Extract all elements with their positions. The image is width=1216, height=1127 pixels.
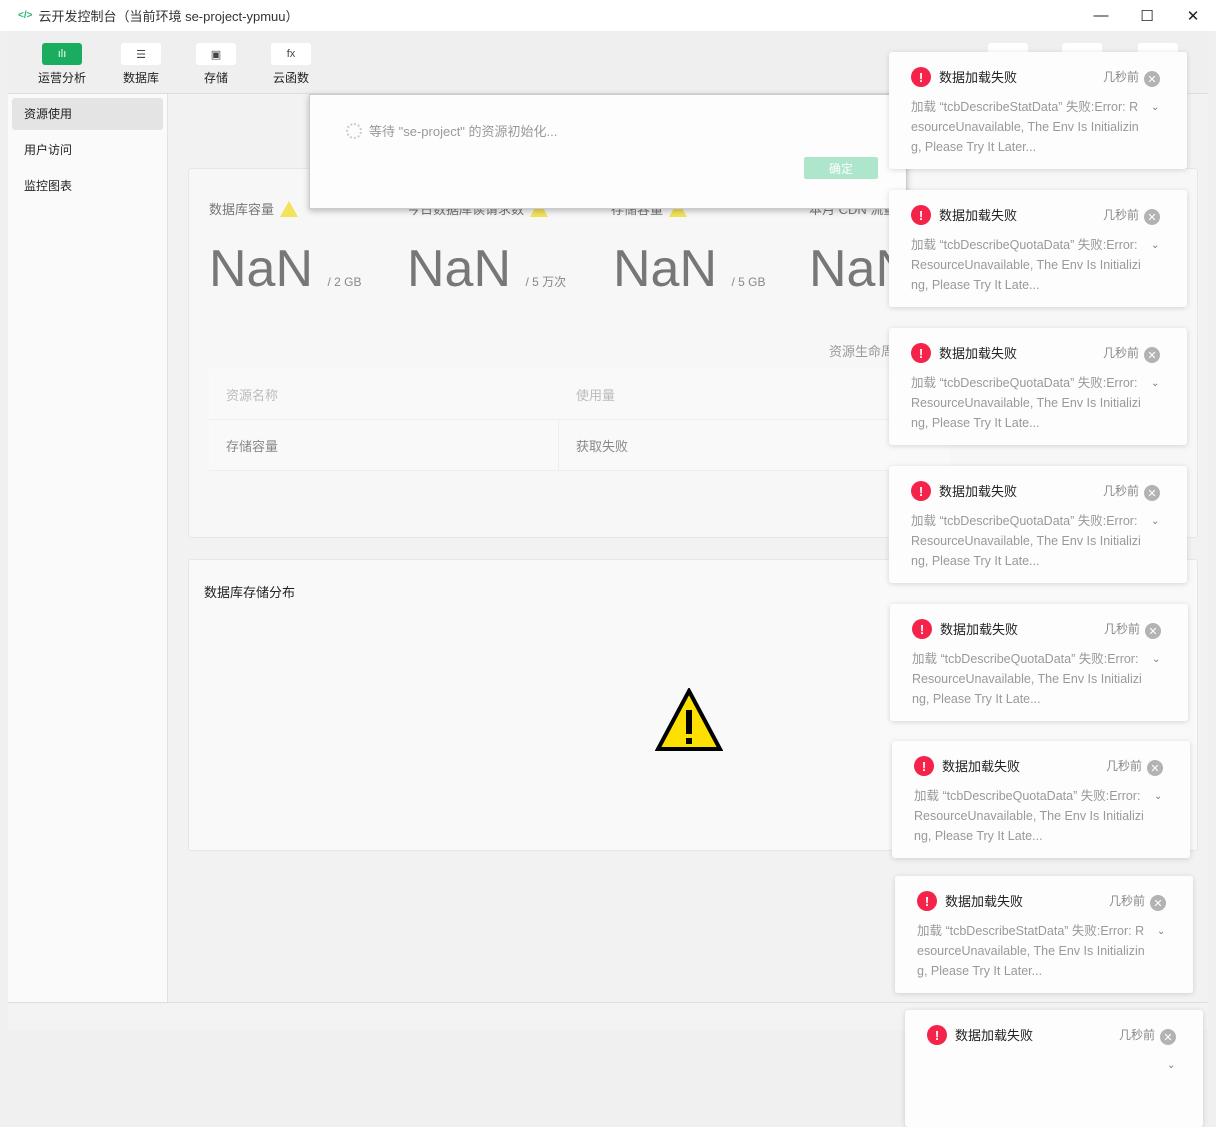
close-icon[interactable]: ✕ xyxy=(1144,209,1160,225)
sidebar-item-user-access[interactable]: 用户访问 xyxy=(12,134,163,166)
notification-title: 数据加载失败 xyxy=(955,1028,1034,1043)
resource-table: 资源名称 使用量 存储容量 获取失败 xyxy=(209,369,949,471)
chevron-down-icon[interactable]: ⌄ xyxy=(1151,240,1159,251)
notification-time: 几秒前 xyxy=(1109,894,1146,908)
stat-value: NaN / 5 GB xyxy=(613,240,766,298)
stat-db-capacity: 数据库容量 xyxy=(209,199,299,218)
sidebar-item-monitor-charts[interactable]: 监控图表 xyxy=(12,170,163,202)
error-icon: ! xyxy=(927,1025,947,1045)
table-header: 资源名称 使用量 xyxy=(209,369,949,420)
table-cell: 获取失败 xyxy=(576,438,629,454)
close-icon[interactable]: ✕ xyxy=(1145,623,1161,639)
error-notification[interactable]: ! 数据加载失败 几秒前 ✕ 加载 “tcbDescribeStatData” … xyxy=(889,52,1187,169)
notification-title: 数据加载失败 xyxy=(939,484,1018,499)
notification-body: 加载 “tcbDescribeQuotaData” 失败:Error: Reso… xyxy=(911,376,1141,430)
error-icon: ! xyxy=(912,619,932,639)
error-icon: ! xyxy=(911,67,931,87)
error-icon: ! xyxy=(911,343,931,363)
tool-label: 云函数 xyxy=(272,71,309,85)
stat-value: NaN / 2 GB xyxy=(209,240,362,298)
error-notification[interactable]: ! 数据加载失败 几秒前 ✕ 加载 “tcbDescribeQuotaData”… xyxy=(889,328,1187,445)
error-icon: ! xyxy=(917,891,937,911)
app-logo-icon: </> xyxy=(18,10,33,21)
notification-title: 数据加载失败 xyxy=(942,759,1021,774)
chevron-down-icon[interactable]: ⌄ xyxy=(1154,791,1162,802)
notification-time: 几秒前 xyxy=(1106,759,1143,773)
close-icon[interactable]: ✕ xyxy=(1147,760,1163,776)
notification-body: 加载 “tcbDescribeStatData” 失败:Error: Resou… xyxy=(917,924,1145,978)
tool-label: 运营分析 xyxy=(37,71,86,85)
confirm-button[interactable]: 确定 xyxy=(804,157,878,179)
notification-body: 加载 “tcbDescribeQuotaData” 失败:Error: Reso… xyxy=(914,789,1144,843)
close-icon[interactable]: ✕ xyxy=(1150,895,1166,911)
database-icon: ☰ xyxy=(121,43,161,65)
notification-title: 数据加载失败 xyxy=(939,208,1018,223)
sidebar: 资源使用 用户访问 监控图表 xyxy=(8,94,168,1002)
window-title: 云开发控制台（当前环境 se-project-ypmuu） xyxy=(38,9,299,24)
close-icon[interactable]: ✕ xyxy=(1144,71,1160,87)
save-icon: ▣ xyxy=(196,43,236,65)
sidebar-item-resource-usage[interactable]: 资源使用 xyxy=(12,98,163,130)
dialog-message: 等待 "se-project" 的资源初始化... xyxy=(369,124,558,139)
error-notification[interactable]: ! 数据加载失败 几秒前 ✕ 加载 “tcbDescribeQuotaData”… xyxy=(889,466,1187,583)
init-dialog: 等待 "se-project" 的资源初始化... 确定 xyxy=(309,94,907,209)
close-icon[interactable]: ✕ xyxy=(1160,1029,1176,1045)
warning-icon xyxy=(280,200,299,217)
error-notification[interactable]: ! 数据加载失败 几秒前 ✕ 加载 “tcbDescribeQuotaData”… xyxy=(892,741,1190,858)
tool-operations-analysis[interactable]: ılı 运营分析 xyxy=(32,43,92,86)
close-icon[interactable]: ✕ xyxy=(1144,347,1160,363)
notification-time: 几秒前 xyxy=(1104,622,1141,636)
chevron-down-icon[interactable]: ⌄ xyxy=(1157,926,1165,937)
warning-icon xyxy=(655,688,723,751)
close-icon[interactable]: ✕ xyxy=(1144,485,1160,501)
maximize-button[interactable]: ☐ xyxy=(1124,0,1170,31)
minimize-button[interactable]: — xyxy=(1078,0,1124,31)
stat-value: NaN / 5 万次 xyxy=(407,240,567,298)
chevron-down-icon[interactable]: ⌄ xyxy=(1152,654,1160,665)
error-icon: ! xyxy=(911,205,931,225)
function-icon: fx xyxy=(271,43,311,65)
error-notification[interactable]: ! 数据加载失败 几秒前 ✕ 加载 “tcbDescribeQuotaData”… xyxy=(889,190,1187,307)
notification-body: 加载 “tcbDescribeQuotaData” 失败:Error: Reso… xyxy=(911,514,1141,568)
tool-label: 存储 xyxy=(203,71,228,85)
chevron-down-icon[interactable]: ⌄ xyxy=(1151,378,1159,389)
card-title: 数据库存储分布 xyxy=(204,585,296,600)
error-notification[interactable]: ! 数据加载失败 几秒前 ✕ 加载 “tcbDescribeStatData” … xyxy=(895,876,1193,993)
notification-title: 数据加载失败 xyxy=(940,622,1019,637)
notification-time: 几秒前 xyxy=(1103,484,1140,498)
notification-title: 数据加载失败 xyxy=(939,346,1018,361)
notification-time: 几秒前 xyxy=(1103,70,1140,84)
notification-body: 加载 “tcbDescribeQuotaData” 失败:Error: Reso… xyxy=(911,238,1141,292)
table-row: 存储容量 获取失败 xyxy=(209,420,949,471)
error-icon: ! xyxy=(911,481,931,501)
error-icon: ! xyxy=(914,756,934,776)
tool-storage[interactable]: ▣ 存储 xyxy=(186,43,246,86)
error-notification[interactable]: ! 数据加载失败 几秒前 ✕ 加载 “tcbDescribeQuotaData”… xyxy=(890,604,1188,721)
column-header: 资源名称 xyxy=(226,387,279,403)
notification-title: 数据加载失败 xyxy=(945,894,1024,909)
stat-label: 数据库容量 xyxy=(209,202,275,217)
chevron-down-icon[interactable]: ⌄ xyxy=(1167,1060,1175,1071)
table-cell: 存储容量 xyxy=(209,420,559,470)
tool-label: 数据库 xyxy=(122,71,159,85)
notification-time: 几秒前 xyxy=(1103,346,1140,360)
notification-body: 加载 “tcbDescribeQuotaData” 失败:Error: Reso… xyxy=(912,652,1142,706)
chevron-down-icon[interactable]: ⌄ xyxy=(1151,516,1159,527)
notification-title: 数据加载失败 xyxy=(939,70,1018,85)
tool-database[interactable]: ☰ 数据库 xyxy=(111,43,171,86)
title-bar: </> 云开发控制台（当前环境 se-project-ypmuu） — ☐ ✕ xyxy=(0,0,1216,31)
loading-spinner-icon xyxy=(346,122,362,139)
notification-body: 加载 “tcbDescribeStatData” 失败:Error: Resou… xyxy=(911,100,1139,154)
error-notification[interactable]: ! 数据加载失败 几秒前 ✕ ⌄ xyxy=(905,1010,1203,1127)
column-header: 使用量 xyxy=(576,387,616,403)
close-button[interactable]: ✕ xyxy=(1170,0,1216,31)
notification-time: 几秒前 xyxy=(1103,208,1140,222)
bar-chart-icon: ılı xyxy=(42,43,82,65)
tool-cloud-functions[interactable]: fx 云函数 xyxy=(261,43,321,86)
chevron-down-icon[interactable]: ⌄ xyxy=(1151,102,1159,113)
notification-time: 几秒前 xyxy=(1119,1028,1156,1042)
